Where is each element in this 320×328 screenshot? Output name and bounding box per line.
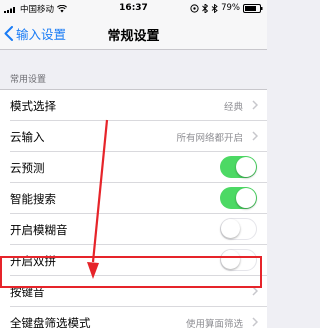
chevron-right-icon xyxy=(252,286,258,296)
row-label: 按键音 xyxy=(10,285,45,299)
status-bar: 中国移动 16:37 79% xyxy=(0,0,267,16)
row-smart-search: 智能搜索 xyxy=(0,183,267,214)
row-key-sound[interactable]: 按键音 xyxy=(0,276,267,307)
section-header: 常用设置 xyxy=(10,75,47,85)
row-double-pinyin: 开启双拼 xyxy=(0,245,267,276)
double-pinyin-toggle[interactable] xyxy=(220,249,257,271)
row-label: 模式选择 xyxy=(10,99,56,113)
chevron-right-icon xyxy=(252,100,258,110)
settings-list: 模式选择 经典 云输入 所有网络都开启 云预测 智能搜索 开启模糊音 开启双拼 … xyxy=(0,89,267,328)
row-label: 云预测 xyxy=(10,161,45,175)
row-label: 开启双拼 xyxy=(10,254,56,268)
row-value: 经典 xyxy=(223,102,243,113)
toggle-knob xyxy=(221,250,240,269)
chevron-right-icon xyxy=(252,317,258,327)
toggle-knob xyxy=(221,219,240,238)
row-label: 开启模糊音 xyxy=(10,223,68,237)
row-full-keyboard-filter[interactable]: 全键盘筛选模式 使用算面筛选 xyxy=(0,307,267,328)
row-value: 所有网络都开启 xyxy=(176,133,243,144)
back-label: 输入设置 xyxy=(16,27,67,42)
alarm-icon xyxy=(202,3,209,13)
row-mode-select[interactable]: 模式选择 经典 xyxy=(0,90,267,121)
battery-icon xyxy=(243,3,263,13)
cloud-predict-toggle[interactable] xyxy=(220,156,257,178)
chevron-left-icon xyxy=(4,26,13,41)
battery-percent: 79% xyxy=(221,3,240,13)
row-cloud-input[interactable]: 云输入 所有网络都开启 xyxy=(0,121,267,152)
status-right: 79% xyxy=(190,3,263,13)
back-button[interactable]: 输入设置 xyxy=(4,24,66,43)
row-label: 云输入 xyxy=(10,130,45,144)
row-label: 智能搜索 xyxy=(10,192,56,206)
chevron-right-icon xyxy=(252,131,258,141)
fuzzy-pinyin-toggle[interactable] xyxy=(220,218,257,240)
row-fuzzy-pinyin: 开启模糊音 xyxy=(0,214,267,245)
location-icon xyxy=(190,3,199,13)
bluetooth-icon xyxy=(211,3,218,13)
navigation-bar: 输入设置 常规设置 xyxy=(0,16,267,50)
row-cloud-predict: 云预测 xyxy=(0,152,267,183)
toggle-knob xyxy=(236,188,256,208)
row-label: 全键盘筛选模式 xyxy=(10,316,91,328)
row-value: 使用算面筛选 xyxy=(185,319,243,328)
toggle-knob xyxy=(236,157,256,177)
smart-search-toggle[interactable] xyxy=(220,187,257,209)
